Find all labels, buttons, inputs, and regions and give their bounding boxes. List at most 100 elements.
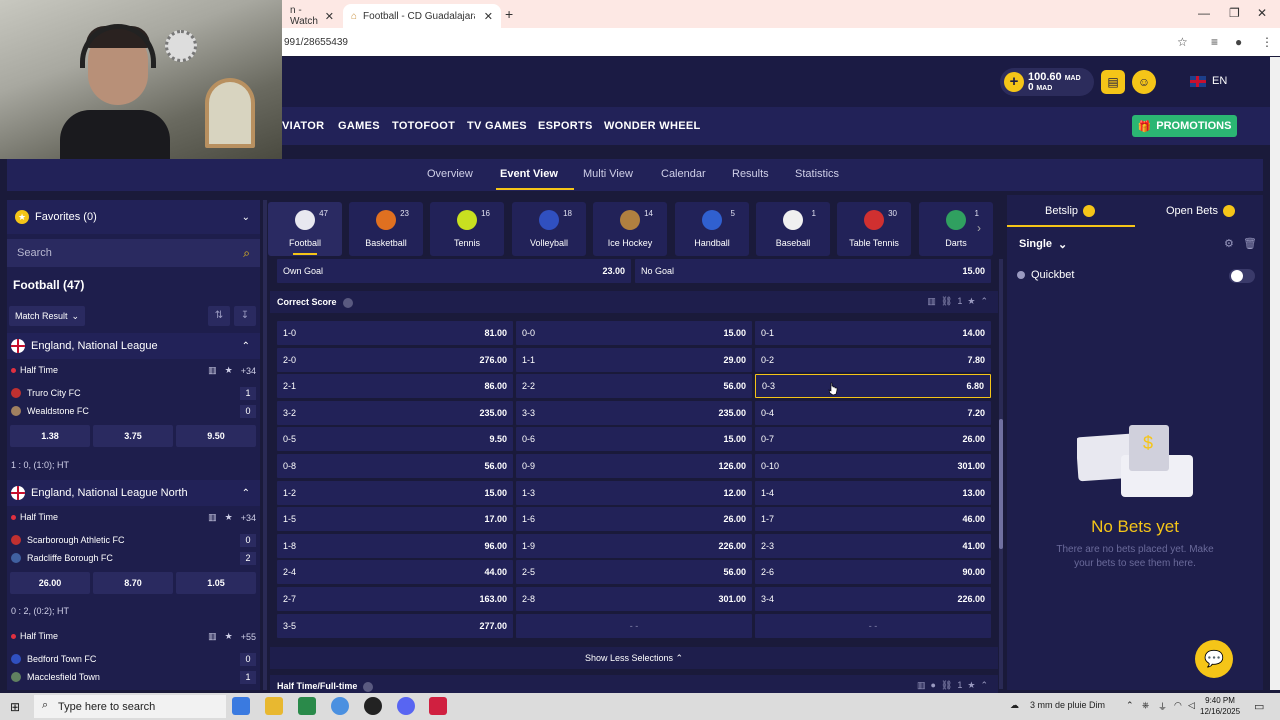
odds-cell[interactable]: 1-4 13.00 <box>755 480 991 505</box>
taskbar-clock[interactable]: 9:40 PM 12/16/2025 <box>1200 695 1240 717</box>
nav-games[interactable]: GAMES <box>338 120 380 132</box>
odds-cell[interactable]: 1-8 96.00 <box>277 533 513 558</box>
odds-cell[interactable]: 0-10 301.00 <box>755 454 991 478</box>
notifications-icon[interactable]: ▭ <box>1254 700 1264 713</box>
odds-cell[interactable]: 3-4 226.00 <box>755 587 991 611</box>
away-team-row[interactable]: Wealdstone FC 0 <box>11 404 256 418</box>
bet-mode-dropdown[interactable]: Single ⌄ <box>1013 233 1087 255</box>
search-icon[interactable]: ⌕ <box>243 246 250 261</box>
sport-tile-table-tennis[interactable]: 30 Table Tennis <box>837 202 911 256</box>
link-icon[interactable]: ⛓ <box>941 680 952 691</box>
more-markets-count[interactable]: +55 <box>241 632 256 642</box>
nav-wonder-wheel[interactable]: WONDER WHEEL <box>604 120 700 132</box>
tab-open-bets[interactable]: Open Bets <box>1166 205 1235 217</box>
home-team-row[interactable]: Truro City FC 1 <box>11 386 256 400</box>
odds-cell[interactable]: 1-3 12.00 <box>516 480 752 505</box>
tab-results[interactable]: Results <box>732 168 769 180</box>
bookmark-star-icon[interactable]: ☆ <box>1177 35 1188 49</box>
odds-cell-own-goal[interactable]: Own Goal 23.00 <box>277 259 631 283</box>
show-less-button[interactable]: Show Less Selections ⌃ <box>270 647 998 669</box>
usb-icon[interactable]: ⏚ <box>1158 700 1167 713</box>
cashout-icon[interactable]: ● <box>930 680 935 691</box>
menu-dots-icon[interactable]: ⋮ <box>1261 35 1273 49</box>
tray-chevron-icon[interactable]: ⌃ <box>1126 700 1134 711</box>
search-input[interactable]: Search ⌕ <box>7 239 260 267</box>
odds-cell[interactable]: 2-5 56.00 <box>516 560 752 585</box>
odds-cell[interactable]: 1-2 15.00 <box>277 480 513 505</box>
odds-cell[interactable]: 1-1 29.00 <box>516 347 752 372</box>
discord-icon[interactable] <box>397 697 415 715</box>
odds-button-home[interactable]: 26.00 <box>10 572 90 594</box>
user-account-icon[interactable]: ☺ <box>1132 70 1156 94</box>
odds-cell[interactable]: 2-2 56.00 <box>516 374 752 399</box>
tab-statistics[interactable]: Statistics <box>795 168 839 180</box>
markets-scrollbar[interactable] <box>999 259 1003 689</box>
scrollbar-thumb[interactable] <box>999 419 1003 549</box>
quickbet-toggle[interactable] <box>1229 269 1255 283</box>
weather-text[interactable]: 3 mm de pluie Dim <box>1030 700 1105 710</box>
sort-icon[interactable]: ⇅ <box>208 306 230 326</box>
odds-button-draw[interactable]: 8.70 <box>93 572 173 594</box>
odds-cell[interactable]: 1-0 81.00 <box>277 321 513 345</box>
more-markets-count[interactable]: +34 <box>241 513 256 523</box>
nav-tv-games[interactable]: TV GAMES <box>467 120 527 132</box>
market-header-correct-score[interactable]: Correct Score ▥ ⛓ 1 ★ ⌃ <box>270 291 998 313</box>
info-icon[interactable] <box>363 681 374 692</box>
more-markets-count[interactable]: +34 <box>241 366 256 376</box>
carousel-next-icon[interactable]: › <box>977 221 981 235</box>
browser-tab[interactable]: n - Watch ✕ <box>282 4 342 28</box>
odds-cell-no-goal[interactable]: No Goal 15.00 <box>635 259 991 283</box>
settings-gear-icon[interactable]: ⚙ <box>1224 237 1234 250</box>
stats-icon[interactable]: ▥ <box>927 296 936 307</box>
odds-cell[interactable]: 2-6 90.00 <box>755 560 991 585</box>
sport-tile-baseball[interactable]: 1 Baseball <box>756 202 830 256</box>
sidebar-scrollbar[interactable] <box>263 200 267 690</box>
app-icon[interactable] <box>429 697 447 715</box>
market-filter-dropdown[interactable]: Match Result ⌄ <box>9 306 85 326</box>
odds-cell[interactable]: 0-8 56.00 <box>277 454 513 478</box>
sport-tile-handball[interactable]: 5 Handball <box>675 202 749 256</box>
odds-cell[interactable]: 2-3 41.00 <box>755 533 991 558</box>
odds-cell[interactable]: 2-8 301.00 <box>516 587 752 611</box>
nav-aviator[interactable]: VIATOR <box>282 120 324 132</box>
close-tab-icon[interactable]: ✕ <box>325 10 334 23</box>
sport-tile-volleyball[interactable]: 18 Volleyball <box>512 202 586 256</box>
nav-totofoot[interactable]: TOTOFOOT <box>392 120 455 132</box>
weather-icon[interactable]: ☁ <box>1010 700 1019 711</box>
favorite-star-icon[interactable]: ★ <box>225 631 233 642</box>
odds-cell[interactable]: 2-7 163.00 <box>277 587 513 611</box>
odds-cell[interactable]: 1-9 226.00 <box>516 533 752 558</box>
odds-cell[interactable]: 0-5 9.50 <box>277 427 513 452</box>
stats-icon[interactable]: ▥ <box>208 365 217 376</box>
sport-tile-ice-hockey[interactable]: 14 Ice Hockey <box>593 202 667 256</box>
link-icon[interactable]: ⛓ <box>941 296 952 307</box>
odds-cell[interactable]: 0-4 7.20 <box>755 400 991 425</box>
new-tab-icon[interactable]: + <box>505 6 513 22</box>
favorite-star-icon[interactable]: ★ <box>225 365 233 376</box>
store-icon[interactable] <box>298 697 316 715</box>
odds-cell[interactable]: 0-3 6.80 <box>755 374 991 399</box>
sport-tile-darts[interactable]: 1 Darts <box>919 202 993 256</box>
chevron-up-icon[interactable]: ⌃ <box>980 680 988 691</box>
promotions-button[interactable]: 🎁 PROMOTIONS <box>1132 115 1237 137</box>
taskbar-search-input[interactable]: ⌕ Type here to search <box>34 695 226 718</box>
chevron-up-icon[interactable]: ⌃ <box>242 341 250 352</box>
file-explorer-icon[interactable] <box>265 697 283 715</box>
page-scrollbar[interactable] <box>1270 57 1280 690</box>
sport-tile-tennis[interactable]: 16 Tennis <box>430 202 504 256</box>
deposit-plus-icon[interactable]: + <box>1004 72 1024 92</box>
network-icon[interactable]: ⎈ <box>1142 700 1149 711</box>
chat-support-button[interactable]: 💬 <box>1195 640 1233 678</box>
balance-widget[interactable]: + 100.60 MAD 0 MAD <box>1000 68 1094 96</box>
favorite-star-icon[interactable]: ★ <box>967 680 975 691</box>
betslip-history-icon[interactable]: ▤ <box>1101 70 1125 94</box>
home-team-row[interactable]: Bedford Town FC 0 <box>11 652 256 666</box>
tab-calendar[interactable]: Calendar <box>661 168 706 180</box>
close-window-icon[interactable]: ✕ <box>1257 6 1267 20</box>
chevron-up-icon[interactable]: ⌃ <box>980 296 988 307</box>
close-tab-icon[interactable]: ✕ <box>484 10 493 23</box>
odds-cell[interactable]: 3-2 235.00 <box>277 400 513 425</box>
nav-esports[interactable]: ESPORTS <box>538 120 593 132</box>
odds-cell[interactable]: 1-6 26.00 <box>516 507 752 532</box>
stats-icon[interactable]: ▥ <box>208 631 217 642</box>
